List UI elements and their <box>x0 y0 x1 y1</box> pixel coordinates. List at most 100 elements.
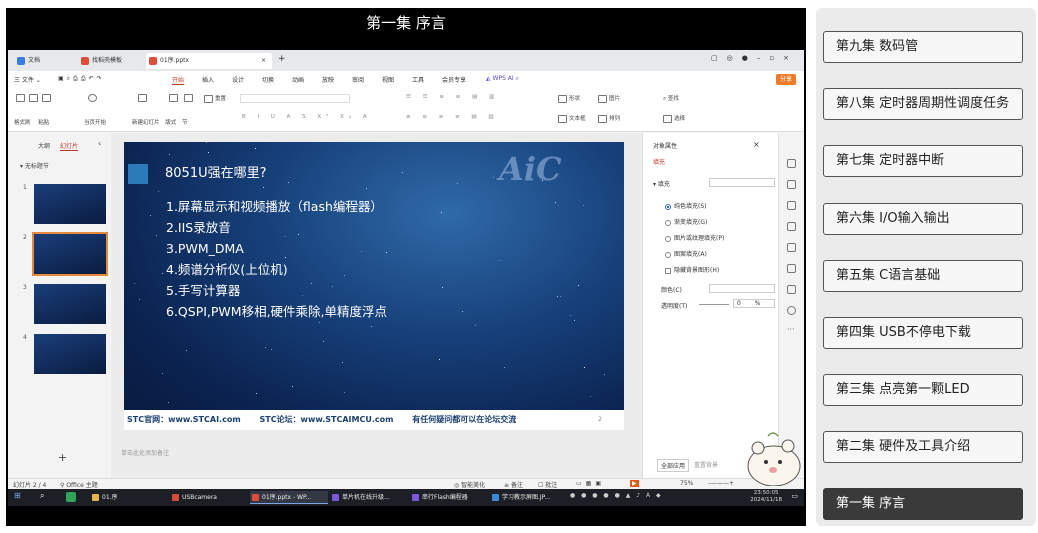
close-icon[interactable]: × <box>753 140 760 149</box>
episode-item-5[interactable]: 第五集 C语言基础 <box>823 260 1023 292</box>
taskbar-item-flash[interactable]: 串行Flash编程器 <box>410 491 488 504</box>
video-player[interactable]: 第一集 序言 文档 找稻壳模板 01序.pptx × + ▢◎●–▫× 三 文件… <box>6 8 806 526</box>
transparency-input[interactable]: 0 % <box>733 299 775 308</box>
fill-option-solid[interactable]: 纯色填充(S) <box>665 201 707 210</box>
picture-button[interactable]: 图片 <box>598 94 620 103</box>
windows-start-icon[interactable]: ⊞ <box>14 491 21 500</box>
notification-icon[interactable]: ▭ <box>791 492 798 500</box>
star-icon[interactable] <box>787 180 796 189</box>
menu-tools[interactable]: 工具 <box>412 75 424 84</box>
notes-button[interactable]: ≡ 备注 <box>504 480 523 489</box>
close-icon[interactable]: × <box>261 53 266 69</box>
arrange-button[interactable]: 排列 <box>598 114 620 123</box>
episode-item-3[interactable]: 第三集 点亮第一颗LED <box>823 374 1023 406</box>
slide-thumbnail-3[interactable] <box>34 284 106 324</box>
slide-thumbnail-2[interactable] <box>32 232 108 276</box>
menu-review[interactable]: 审阅 <box>352 75 364 84</box>
taskbar-item-image[interactable]: 学习教示屏图.JP... <box>490 491 566 504</box>
slide-editor[interactable]: 8051U强在哪里? AiC 1.屏幕显示和视频播放（flash编程器） 2.I… <box>111 133 642 478</box>
file-menu[interactable]: 三 文件 ⌄ <box>14 75 41 84</box>
menu-transition[interactable]: 切换 <box>262 75 274 84</box>
episode-item-8[interactable]: 第八集 定时器周期性调度任务 <box>823 88 1023 120</box>
episode-item-2[interactable]: 第二集 硬件及工具介绍 <box>823 431 1023 463</box>
slide-title[interactable]: 8051U强在哪里? <box>165 162 267 181</box>
taskbar-clock[interactable]: 23:50:05 2024/11/18 <box>750 490 782 504</box>
menu-insert[interactable]: 插入 <box>202 75 214 84</box>
taskbar-item-camera[interactable]: USBcamera <box>170 491 248 504</box>
fill-option-picture[interactable]: 图片或纹理填充(P) <box>665 233 724 242</box>
episode-item-1[interactable]: 第一集 序言 <box>823 488 1023 520</box>
section-button[interactable]: 节 <box>182 120 188 126</box>
book-icon[interactable] <box>787 264 796 273</box>
episode-item-6[interactable]: 第六集 I/O输入输出 <box>823 203 1023 235</box>
paragraph-buttons[interactable]: ☰ ☰ ≡ ≡ ▤ ▥ <box>406 94 499 100</box>
font-family-select[interactable] <box>240 94 350 103</box>
view-buttons[interactable]: ▭▦▣ <box>576 480 605 487</box>
play-icon[interactable] <box>88 94 99 102</box>
comment-button[interactable]: ☐ 批注 <box>538 480 557 489</box>
apply-all-button[interactable]: 全部应用 <box>657 459 690 472</box>
hide-background-checkbox[interactable]: 隐藏背景图形(H) <box>665 265 719 274</box>
transparency-slider[interactable] <box>699 304 729 305</box>
episode-item-7[interactable]: 第七集 定时器中断 <box>823 145 1023 177</box>
more-icon[interactable]: ··· <box>787 325 795 334</box>
cut-icon[interactable] <box>41 94 51 102</box>
new-slide-button[interactable]: 新建幻灯片 <box>132 120 160 126</box>
font-style-buttons[interactable]: B I U A S X² X₂ A <box>242 114 372 120</box>
play-from-current-button[interactable]: 当页开始 <box>84 118 106 126</box>
fill-option-gradient[interactable]: 渐变填充(G) <box>665 217 707 226</box>
menu-animation[interactable]: 动画 <box>292 75 304 84</box>
layout-button[interactable]: 版式 <box>165 120 176 126</box>
menu-member[interactable]: 会员专享 <box>442 75 466 84</box>
menu-slideshow[interactable]: 放映 <box>322 75 334 84</box>
textbox-button[interactable]: 文本框 <box>558 114 586 123</box>
collapse-icon[interactable]: ‹ <box>98 139 101 148</box>
format-painter-icon[interactable] <box>16 94 25 102</box>
paste-label[interactable]: 粘贴 <box>38 120 49 126</box>
current-slide[interactable]: 8051U强在哪里? AiC 1.屏幕显示和视频播放（flash编程器） 2.I… <box>124 142 624 430</box>
wps-ai-button[interactable]: ◭ WPS AI ⌕ <box>486 75 519 83</box>
select-button[interactable]: 选择 <box>663 114 685 123</box>
zoom-slider[interactable]: –———+ <box>708 480 734 487</box>
app-icon[interactable] <box>66 492 76 502</box>
format-painter-label[interactable]: 格式刷 <box>14 120 31 126</box>
add-tab-icon[interactable]: + <box>278 54 286 64</box>
slide-thumbnail-1[interactable] <box>34 184 106 224</box>
help-icon[interactable] <box>787 306 796 315</box>
zoom-level[interactable]: 75% <box>680 480 693 487</box>
notes-placeholder[interactable]: 单击此处添加备注 <box>121 448 169 457</box>
image-icon[interactable] <box>787 222 796 231</box>
color-picker[interactable] <box>709 284 775 293</box>
share-button[interactable]: 分享 <box>775 74 796 85</box>
quick-access-icons[interactable]: ▣⌕⎙⎙↶↷ <box>58 75 105 83</box>
tab-templates[interactable]: 找稻壳模板 <box>78 53 142 69</box>
fill-section[interactable]: ▾ 填充 <box>653 179 670 188</box>
transform-icon[interactable] <box>787 243 796 252</box>
reset-background-button[interactable]: 重置背景 <box>691 459 721 470</box>
play-button[interactable]: ▶ <box>630 480 639 487</box>
theme-name[interactable]: ⚲ Office 主题 <box>60 480 98 489</box>
slide-bullet-list[interactable]: 1.屏幕显示和视频播放（flash编程器） 2.IIS录放音 3.PWM_DMA… <box>166 196 387 322</box>
window-controls[interactable]: ▢◎●–▫× <box>711 54 798 62</box>
menu-view[interactable]: 视图 <box>382 75 394 84</box>
taskbar-item-upgrade[interactable]: 单片机在线升级... <box>330 491 408 504</box>
copy-icon[interactable] <box>787 201 796 210</box>
slide-thumbnail-4[interactable] <box>34 334 106 374</box>
tab-pptx[interactable]: 01序.pptx × <box>146 53 272 69</box>
grid-icon[interactable] <box>787 285 796 294</box>
tab-outline[interactable]: 大纲 <box>38 141 50 150</box>
tab-docs[interactable]: 文档 <box>14 53 74 69</box>
find-button[interactable]: ⌕ 查找 <box>663 94 679 103</box>
smart-beautify-button[interactable]: ◎ 智能美化 <box>454 480 485 489</box>
fill-option-pattern[interactable]: 图案填充(A) <box>665 249 707 258</box>
reset-button[interactable]: 重置 <box>204 94 226 103</box>
episode-item-4[interactable]: 第四集 USB不停电下载 <box>823 317 1023 349</box>
tab-slides[interactable]: 幻灯片 <box>60 141 79 151</box>
properties-icon[interactable] <box>787 159 796 168</box>
search-icon[interactable]: ⌕ <box>40 491 44 501</box>
shape-button[interactable]: 形状 <box>558 94 580 103</box>
new-slide-icon[interactable] <box>138 94 195 102</box>
taskbar-item-wps[interactable]: 01序.pptx - WP... <box>250 491 328 504</box>
fill-dropdown[interactable] <box>709 178 775 187</box>
paste-icon[interactable] <box>28 94 38 102</box>
